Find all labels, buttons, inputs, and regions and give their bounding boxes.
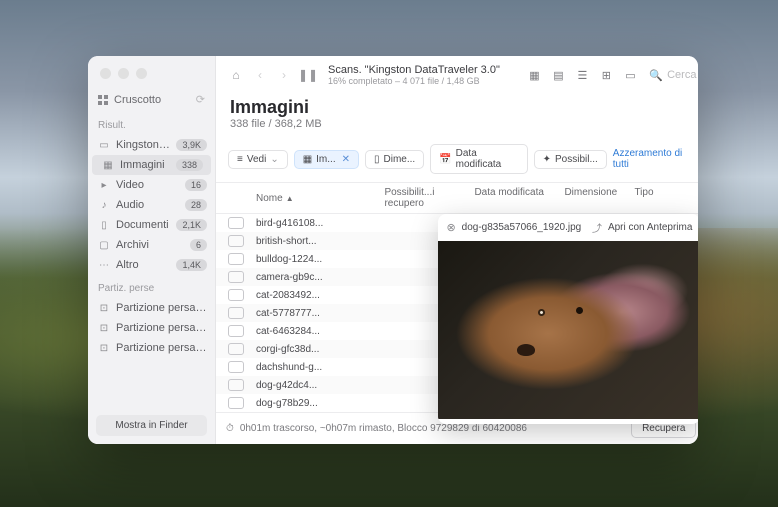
- view-icons[interactable]: ▦: [523, 66, 545, 84]
- table-header: Nome ▲ Possibilit...i recupero Data modi…: [216, 183, 698, 214]
- sidebar-lost-partition[interactable]: ⊡ Partizione persa "Rome...: [88, 318, 215, 338]
- view-columns[interactable]: ▤: [547, 66, 569, 84]
- row-checkbox[interactable]: [228, 307, 244, 319]
- sidebar-item-label: Video: [116, 179, 179, 191]
- page-subtitle: 338 file / 368,2 MB: [230, 118, 692, 130]
- sidebar-item-badge: 3,9K: [176, 139, 207, 151]
- search-field[interactable]: 🔍 Cerca: [643, 69, 696, 82]
- main-panel: ⌂ ‹ › ❚❚ Scans. "Kingston DataTraveler 3…: [216, 56, 698, 444]
- sidebar-item-altro[interactable]: ⋯ Altro 1,4K: [88, 255, 215, 275]
- share-icon[interactable]: ⤴: [592, 220, 602, 235]
- row-checkbox[interactable]: [228, 253, 244, 265]
- sidebar-item-documenti[interactable]: ▯ Documenti 2,1K: [88, 215, 215, 235]
- sidebar-item-label: Immagini: [120, 159, 170, 171]
- close-window[interactable]: [100, 68, 111, 79]
- filter-images[interactable]: ▦ Im... ✕: [294, 150, 359, 169]
- results-section-label: Risult.: [88, 112, 215, 135]
- col-possibility[interactable]: Possibilit...i recupero: [384, 187, 474, 209]
- sidebar-item-badge: 16: [185, 179, 207, 191]
- sidebar-item-icon: ▭: [98, 140, 110, 151]
- col-date[interactable]: Data modificata: [474, 187, 564, 209]
- maximize-window[interactable]: [136, 68, 147, 79]
- col-size[interactable]: Dimensione: [564, 187, 634, 209]
- dashboard-label: Cruscotto: [114, 94, 161, 106]
- sidebar-item-audio[interactable]: ♪ Audio 28: [88, 195, 215, 215]
- sidebar-lost-partition[interactable]: ⊡ Partizione persa "StarF...: [88, 338, 215, 358]
- row-checkbox[interactable]: [228, 235, 244, 247]
- row-checkbox[interactable]: [228, 361, 244, 373]
- minimize-window[interactable]: [118, 68, 129, 79]
- sidebar-item-badge: 6: [190, 239, 207, 251]
- col-type[interactable]: Tipo: [634, 187, 694, 209]
- sidebar-item-icon: ▯: [98, 220, 110, 231]
- view-list[interactable]: ☰: [571, 66, 593, 84]
- partition-icon: ⊡: [98, 303, 110, 314]
- toolbar: ⌂ ‹ › ❚❚ Scans. "Kingston DataTraveler 3…: [216, 56, 698, 91]
- sidebar-item-kingstondatatrav[interactable]: ▭ Kingston DataTrav... 3,9K: [88, 135, 215, 155]
- sidebar-item-icon: ▦: [102, 160, 114, 171]
- home-icon[interactable]: ⌂: [226, 65, 246, 85]
- pause-icon[interactable]: ❚❚: [298, 65, 318, 85]
- window-controls: [88, 56, 215, 87]
- preview-image: [438, 241, 698, 419]
- view-gallery[interactable]: ▭: [619, 66, 641, 84]
- sidebar-item-icon: ⋯: [98, 260, 110, 271]
- preview-popover: ⊗ dog-g835a57066_1920.jpg ⤴ Apri con Ant…: [438, 214, 698, 424]
- row-checkbox[interactable]: [228, 379, 244, 391]
- row-checkbox[interactable]: [228, 325, 244, 337]
- sidebar: Cruscotto ⟳ Risult. ▭ Kingston DataTrav..…: [88, 56, 216, 444]
- status-text: 0h01m trascorso, ~0h07m rimasto, Blocco …: [240, 423, 527, 434]
- sidebar-item-icon: ♪: [98, 200, 110, 211]
- sidebar-item-label: Audio: [116, 199, 179, 211]
- sidebar-item-label: Documenti: [116, 219, 170, 231]
- col-name[interactable]: Nome ▲: [256, 187, 384, 209]
- show-in-finder-button[interactable]: Mostra in Finder: [96, 415, 207, 436]
- refresh-icon[interactable]: ⟳: [196, 93, 205, 106]
- sidebar-item-icon: ▢: [98, 240, 110, 251]
- row-checkbox[interactable]: [228, 397, 244, 409]
- partition-icon: ⊡: [98, 343, 110, 354]
- close-icon[interactable]: ⊗: [446, 221, 455, 234]
- sidebar-item-badge: 2,1K: [176, 219, 207, 231]
- back-icon[interactable]: ‹: [250, 65, 270, 85]
- view-dropdown[interactable]: ≡ Vedi ⌄: [228, 150, 288, 169]
- forward-icon[interactable]: ›: [274, 65, 294, 85]
- clock-icon: ⏱: [226, 423, 234, 434]
- dashboard-link[interactable]: Cruscotto ⟳: [88, 87, 215, 112]
- search-icon: 🔍: [649, 69, 663, 82]
- app-window: Cruscotto ⟳ Risult. ▭ Kingston DataTrav..…: [88, 56, 698, 444]
- sidebar-item-video[interactable]: ▸ Video 16: [88, 175, 215, 195]
- row-checkbox[interactable]: [228, 217, 244, 229]
- scan-title: Scans. "Kingston DataTraveler 3.0": [328, 64, 519, 76]
- sidebar-item-icon: ▸: [98, 180, 110, 191]
- partition-icon: ⊡: [98, 323, 110, 334]
- sidebar-item-label: Partizione persa "NO N...: [116, 302, 207, 314]
- sidebar-lost-partition[interactable]: ⊡ Partizione persa "NO N...: [88, 298, 215, 318]
- page-title: Immagini: [230, 97, 692, 118]
- row-checkbox[interactable]: [228, 343, 244, 355]
- sidebar-item-label: Archivi: [116, 239, 184, 251]
- lost-section-label: Partiz. perse: [88, 275, 215, 298]
- view-grid[interactable]: ⊞: [595, 66, 617, 84]
- sidebar-item-badge: 338: [176, 159, 203, 171]
- sidebar-item-badge: 1,4K: [176, 259, 207, 271]
- filter-date[interactable]: 📅 Data modificata: [430, 144, 527, 174]
- sidebar-item-label: Kingston DataTrav...: [116, 139, 170, 151]
- sidebar-item-immagini[interactable]: ▦ Immagini 338: [92, 155, 211, 175]
- preview-filename: dog-g835a57066_1920.jpg: [462, 222, 586, 233]
- open-with-preview[interactable]: Apri con Anteprima: [608, 222, 693, 233]
- reset-filters[interactable]: Azzeramento di tutti: [613, 148, 695, 170]
- sidebar-item-archivi[interactable]: ▢ Archivi 6: [88, 235, 215, 255]
- row-checkbox[interactable]: [228, 289, 244, 301]
- sidebar-item-label: Partizione persa "StarF...: [116, 342, 207, 354]
- sidebar-item-label: Partizione persa "Rome...: [116, 322, 207, 334]
- filter-size[interactable]: ▯ Dime...: [365, 150, 424, 169]
- grid-icon: [98, 95, 108, 105]
- sidebar-item-label: Altro: [116, 259, 170, 271]
- filter-bar: ≡ Vedi ⌄ ▦ Im... ✕ ▯ Dime... 📅 Data modi…: [216, 140, 698, 183]
- sidebar-item-badge: 28: [185, 199, 207, 211]
- filter-possibility[interactable]: ✦ Possibil...: [534, 150, 607, 169]
- scan-subtitle: 16% completato – 4 071 file / 1,48 GB: [328, 76, 519, 86]
- row-checkbox[interactable]: [228, 271, 244, 283]
